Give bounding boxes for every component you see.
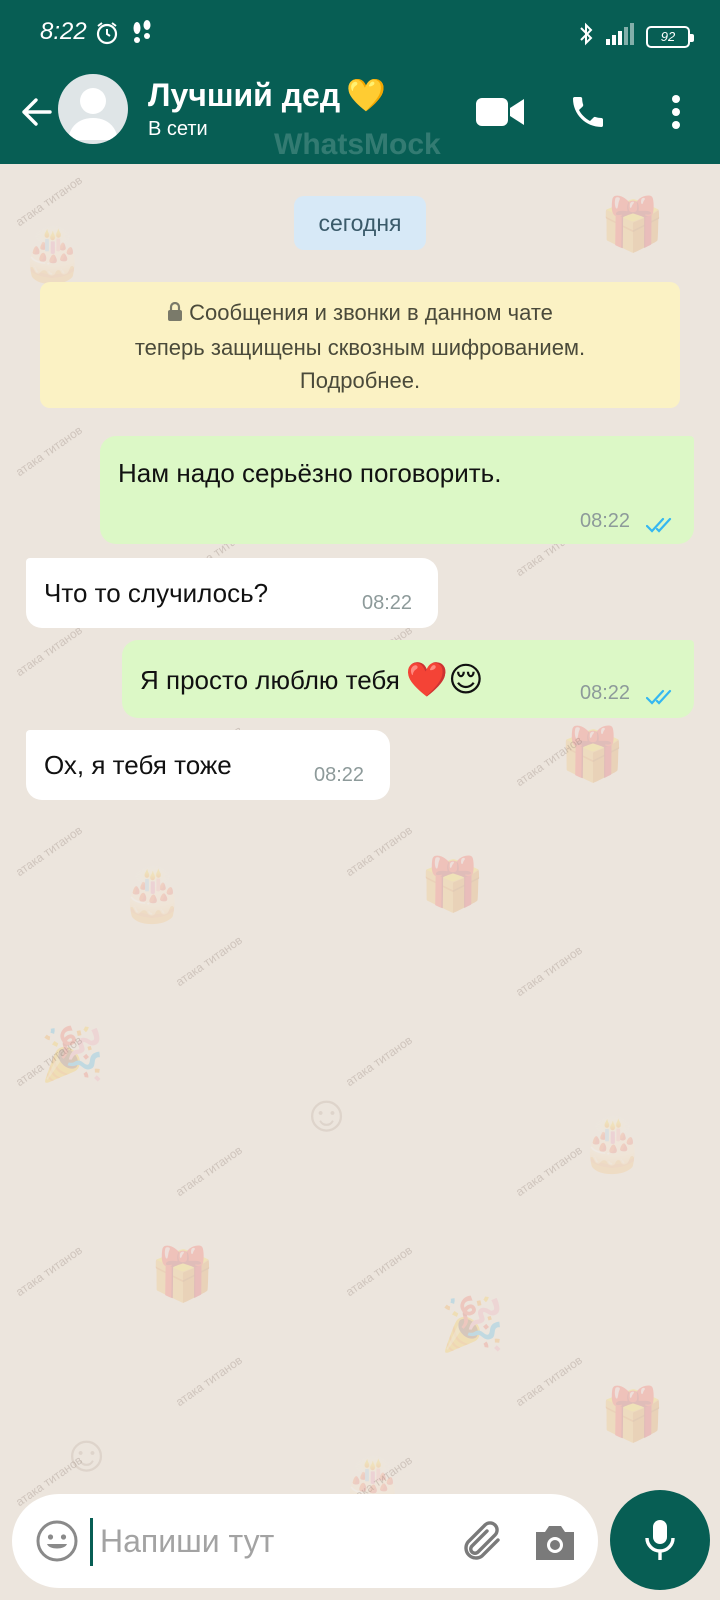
smiley-icon [36, 1520, 78, 1562]
back-arrow-icon [22, 98, 52, 126]
bluetooth-icon [578, 22, 594, 51]
read-receipt-icon [645, 510, 676, 541]
camera-button[interactable] [532, 1520, 578, 1564]
status-bar: 8:22 92 [0, 0, 720, 68]
background-watermark: атака титанов [13, 1242, 85, 1300]
encryption-notice-line2: теперь защищены сквозным шифрованием. [134, 335, 586, 360]
background-watermark: атака титанов [513, 1352, 585, 1410]
read-receipt-icon [645, 682, 676, 713]
message-body: Я просто люблю тебя ❤️😌 [140, 660, 484, 700]
cake-decoration-icon: 🎂 [580, 1116, 645, 1174]
status-time: 8:22 [40, 18, 87, 45]
chat-header: 8:22 92 Лучший дед 💛 В сети WhatsMock [0, 0, 720, 164]
emoji-button[interactable] [34, 1518, 80, 1564]
voice-call-button[interactable] [562, 86, 614, 138]
message-text: Я просто люблю тебя [140, 664, 400, 695]
paperclip-icon [464, 1521, 500, 1560]
phone-icon [573, 97, 603, 127]
camera-icon [536, 1526, 574, 1560]
background-watermark: атака титанов [13, 422, 85, 480]
more-vert-icon [672, 95, 680, 129]
background-watermark: атака титанов [173, 932, 245, 990]
background-watermark: атака титанов [173, 1142, 245, 1200]
background-watermark: атака титанов [343, 1242, 415, 1300]
contact-status: В сети [148, 118, 208, 140]
message-time: 08:22 [314, 764, 365, 786]
background-watermark: атака титанов [13, 172, 85, 230]
cake-decoration-icon: 🎂 [120, 866, 185, 924]
status-icons-left [94, 20, 154, 51]
alarm-icon [94, 20, 120, 51]
message-outgoing[interactable]: Я просто люблю тебя ❤️😌 08:22 [122, 640, 694, 718]
voice-record-button[interactable] [610, 1490, 710, 1590]
message-input[interactable] [100, 1516, 430, 1566]
background-watermark: атака титанов [343, 822, 415, 880]
message-text: Нам надо серьёзно поговорить. [118, 458, 502, 488]
battery-icon: 92 [646, 25, 694, 48]
message-outgoing[interactable]: Нам надо серьёзно поговорить. 08:22 [100, 436, 694, 544]
background-watermark: атака титанов [513, 942, 585, 1000]
cake-decoration-icon: 🎂 [20, 226, 85, 284]
microphone-icon [645, 1520, 675, 1560]
status-icons-right: 92 [578, 22, 694, 51]
background-watermark: атака титанов [13, 622, 85, 680]
avatar[interactable] [58, 74, 128, 144]
brand-watermark: WhatsMock [274, 128, 441, 161]
video-call-icon [476, 98, 524, 126]
message-incoming[interactable]: Что то случилось? 08:22 [26, 558, 438, 628]
chat-area[interactable]: 🎂 🎁 🎁 🎂 🎁 🎉 ☺ 🎂 🎁 🎉 ☺ 🎂 🎁 атака титанов … [0, 164, 720, 1600]
message-composer [12, 1494, 598, 1588]
message-incoming[interactable]: Ох, я тебя тоже 08:22 [26, 730, 390, 800]
encryption-notice[interactable]: Сообщения и звонки в данном чате теперь … [40, 282, 680, 408]
encryption-notice-learn-more[interactable]: Подробнее. [40, 364, 680, 397]
party-hat-decoration-icon: 🎉 [440, 1296, 505, 1354]
steps-icon [130, 20, 154, 51]
background-watermark: атака титанов [513, 1142, 585, 1200]
back-button[interactable] [14, 90, 58, 134]
yellow-heart-icon: 💛 [346, 77, 386, 113]
contact-name[interactable]: Лучший дед 💛 [148, 76, 386, 114]
heart-smile-emoji-icon: ❤️😌 [405, 661, 484, 699]
message-time: 08:22 [580, 510, 631, 532]
gift-decoration-icon: 🎁 [600, 1386, 665, 1444]
background-watermark: атака титанов [13, 822, 85, 880]
lock-icon [167, 298, 183, 331]
date-chip: сегодня [294, 196, 426, 250]
message-time: 08:22 [362, 592, 413, 614]
gift-decoration-icon: 🎁 [420, 856, 485, 914]
signal-icon [606, 23, 634, 50]
face-decoration-icon: ☺ [300, 1085, 354, 1143]
person-icon [68, 88, 118, 140]
gift-decoration-icon: 🎁 [600, 196, 665, 254]
background-watermark: атака титанов [343, 1032, 415, 1090]
message-text: Что то случилось? [44, 578, 269, 608]
message-time: 08:22 [580, 682, 631, 704]
contact-name-text: Лучший дед [148, 76, 341, 113]
message-text: Ох, я тебя тоже [44, 750, 232, 780]
background-watermark: атака титанов [173, 1352, 245, 1410]
attach-button[interactable] [460, 1518, 508, 1566]
text-cursor [90, 1518, 93, 1566]
encryption-notice-line1: Сообщения и звонки в данном чате [189, 300, 553, 325]
video-call-button[interactable] [474, 86, 526, 138]
more-options-button[interactable] [650, 86, 702, 138]
gift-decoration-icon: 🎁 [150, 1246, 215, 1304]
